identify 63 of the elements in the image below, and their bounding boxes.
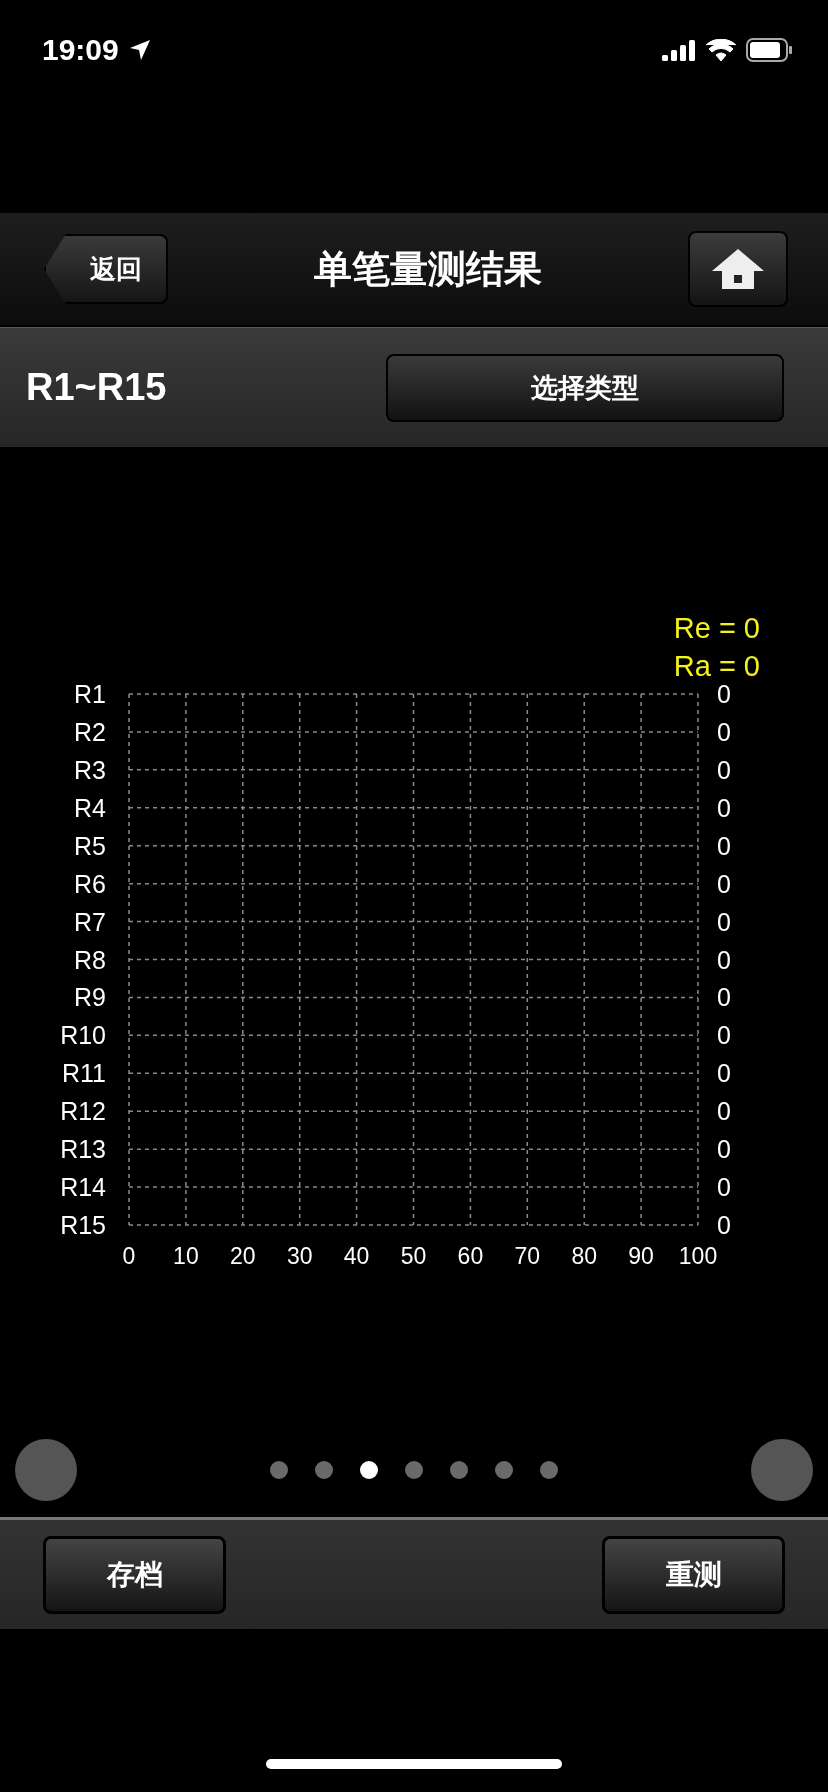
row-label: R14	[60, 1173, 106, 1202]
battery-icon	[746, 38, 792, 62]
value-label: 0	[717, 1211, 731, 1239]
page-dot[interactable]	[315, 1461, 333, 1479]
axis-tick-label: 60	[457, 1243, 484, 1269]
row-label: R7	[74, 907, 106, 936]
signal-icon	[662, 39, 696, 61]
value-label: 0	[717, 1135, 731, 1164]
page-dot[interactable]	[270, 1461, 288, 1479]
row-label: R3	[74, 755, 106, 784]
row-label: R13	[60, 1135, 106, 1164]
location-arrow-icon	[128, 39, 151, 61]
summary-value: Ra = 0	[673, 650, 760, 682]
value-label: 0	[717, 945, 731, 974]
row-label: R4	[74, 793, 106, 822]
value-label: 0	[717, 1021, 731, 1050]
row-label: R6	[74, 869, 106, 898]
range-label: R1~R15	[26, 366, 167, 409]
value-label: 0	[717, 983, 731, 1012]
row-label: R9	[74, 983, 106, 1012]
axis-tick-label: 0	[122, 1243, 136, 1269]
row-label: R5	[74, 831, 106, 860]
axis-tick-label: 20	[230, 1243, 256, 1269]
axis-tick-label: 30	[286, 1243, 313, 1269]
axis-tick-label: 80	[571, 1243, 597, 1269]
wifi-icon	[706, 39, 736, 61]
value-label: 0	[717, 869, 731, 898]
page-title: 单笔量测结果	[314, 246, 542, 292]
row-label: R10	[60, 1021, 106, 1050]
value-label: 0	[717, 680, 731, 708]
axis-tick-label: 90	[628, 1243, 654, 1269]
row-label: R8	[74, 945, 106, 974]
axis-tick-label: 40	[343, 1243, 370, 1269]
home-button[interactable]	[688, 231, 788, 307]
page-dot[interactable]	[450, 1461, 468, 1479]
row-label: R11	[62, 1059, 106, 1088]
value-label: 0	[717, 1173, 731, 1202]
page-dot[interactable]	[495, 1461, 513, 1479]
page-dot[interactable]	[540, 1461, 558, 1479]
retest-button[interactable]: 重测	[602, 1535, 785, 1614]
summary-value: Re = 0	[673, 612, 760, 644]
row-label: R12	[60, 1097, 106, 1126]
row-label: R1	[74, 680, 106, 708]
page-dot[interactable]	[360, 1461, 378, 1479]
home-icon	[710, 247, 766, 291]
save-button[interactable]: 存档	[43, 1535, 226, 1614]
axis-tick-label: 70	[514, 1243, 541, 1269]
row-label: R2	[74, 717, 106, 746]
axis-tick-label: 10	[173, 1243, 199, 1269]
axis-tick-label: 50	[400, 1243, 427, 1269]
status-time: 19:09	[42, 33, 119, 67]
select-type-button[interactable]: 选择类型	[386, 353, 784, 422]
value-label: 0	[717, 793, 731, 822]
value-label: 0	[717, 717, 731, 746]
value-label: 0	[717, 831, 731, 860]
value-label: 0	[717, 755, 731, 784]
back-button[interactable]: 返回	[44, 234, 168, 304]
value-label: 0	[717, 1059, 731, 1088]
row-label: R15	[60, 1211, 106, 1239]
page-dot[interactable]	[405, 1461, 423, 1479]
value-label: 0	[717, 1097, 731, 1126]
value-label: 0	[717, 907, 731, 936]
axis-tick-label: 100	[678, 1243, 718, 1269]
